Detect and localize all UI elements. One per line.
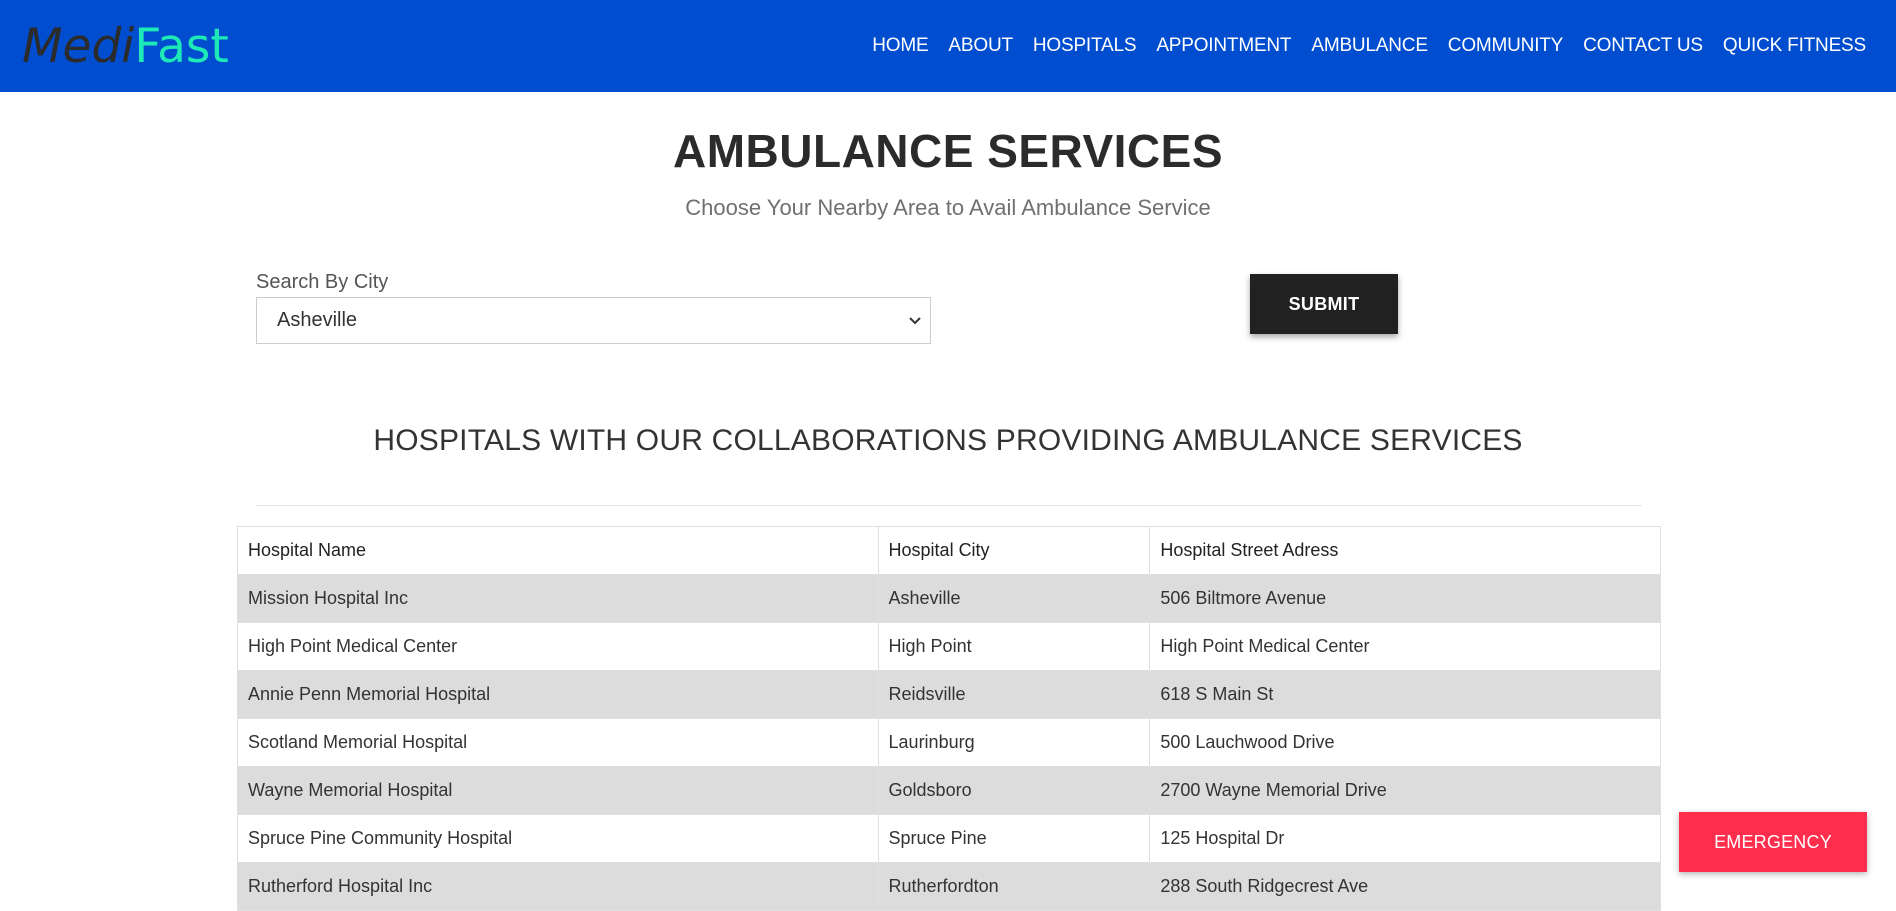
table-row: Wayne Memorial Hospital Goldsboro 2700 W… xyxy=(237,766,1661,815)
hospital-city-cell: Spruce Pine xyxy=(877,814,1151,863)
hospital-name-cell: High Point Medical Center xyxy=(237,622,879,671)
nav-ambulance[interactable]: AMBULANCE xyxy=(1301,35,1437,57)
hospital-city-cell: Asheville xyxy=(877,574,1151,623)
hospital-city-cell: Goldsboro xyxy=(877,766,1151,815)
page-subtitle: Choose Your Nearby Area to Avail Ambulan… xyxy=(685,195,1211,220)
column-header-hospital-name: Hospital Name xyxy=(237,526,879,575)
table-row: Spruce Pine Community Hospital Spruce Pi… xyxy=(237,814,1661,863)
search-by-city-label: Search By City xyxy=(256,271,389,293)
city-select[interactable]: Asheville xyxy=(256,297,931,344)
nav-contact-us[interactable]: CONTACT US xyxy=(1573,35,1713,57)
hospital-address-cell: 618 S Main St xyxy=(1149,670,1661,719)
section-heading: HOSPITALS WITH OUR COLLABORATIONS PROVID… xyxy=(373,424,1523,457)
table-row: Annie Penn Memorial Hospital Reidsville … xyxy=(237,670,1661,719)
brand-logo-part2: Fast xyxy=(134,18,229,74)
hospital-address-cell: 288 South Ridgecrest Ave xyxy=(1149,862,1661,911)
hospital-name-cell: Wayne Memorial Hospital xyxy=(237,766,879,815)
nav-home[interactable]: HOME xyxy=(862,35,938,57)
hospitals-table-container: Hospital Name Hospital City Hospital Str… xyxy=(237,526,1661,911)
nav-quick-fitness[interactable]: QUICK FITNESS xyxy=(1713,35,1876,57)
hospital-address-cell: High Point Medical Center xyxy=(1149,622,1661,671)
table-row: High Point Medical Center High Point Hig… xyxy=(237,622,1661,671)
hospital-city-cell: Rutherfordton xyxy=(877,862,1151,911)
column-header-street-address: Hospital Street Adress xyxy=(1149,526,1661,575)
brand-logo-part1: Medi xyxy=(22,18,135,74)
table-row: Mission Hospital Inc Asheville 506 Biltm… xyxy=(237,574,1661,623)
section-divider xyxy=(256,505,1642,506)
hospital-name-cell: Spruce Pine Community Hospital xyxy=(237,814,879,863)
hospital-address-cell: 2700 Wayne Memorial Drive xyxy=(1149,766,1661,815)
hospital-city-cell: Laurinburg xyxy=(877,718,1151,767)
nav-appointment[interactable]: APPOINTMENT xyxy=(1146,35,1301,57)
brand-logo[interactable]: Medi Fast xyxy=(22,23,229,70)
hospital-name-cell: Scotland Memorial Hospital xyxy=(237,718,879,767)
table-row: Rutherford Hospital Inc Rutherfordton 28… xyxy=(237,862,1661,911)
table-header-row: Hospital Name Hospital City Hospital Str… xyxy=(237,526,1661,575)
city-select-value: Asheville xyxy=(277,309,358,331)
nav-hospitals[interactable]: HOSPITALS xyxy=(1023,35,1146,57)
hospital-name-cell: Annie Penn Memorial Hospital xyxy=(237,670,879,719)
hospital-name-cell: Rutherford Hospital Inc xyxy=(237,862,879,911)
hospital-address-cell: 506 Biltmore Avenue xyxy=(1149,574,1661,623)
emergency-button[interactable]: EMERGENCY xyxy=(1679,812,1867,872)
hospital-address-cell: 500 Lauchwood Drive xyxy=(1149,718,1661,767)
table-row: Scotland Memorial Hospital Laurinburg 50… xyxy=(237,718,1661,767)
navbar: Medi Fast HOME ABOUT HOSPITALS APPOINTMEN… xyxy=(0,0,1896,92)
hospitals-table: Hospital Name Hospital City Hospital Str… xyxy=(237,526,1661,911)
nav-about[interactable]: ABOUT xyxy=(938,35,1022,57)
hospital-address-cell: 125 Hospital Dr xyxy=(1149,814,1661,863)
column-header-hospital-city: Hospital City xyxy=(877,526,1151,575)
chevron-down-icon xyxy=(908,314,922,328)
submit-button[interactable]: SUBMIT xyxy=(1250,274,1398,334)
nav-community[interactable]: COMMUNITY xyxy=(1438,35,1573,57)
main-nav: HOME ABOUT HOSPITALS APPOINTMENT AMBULAN… xyxy=(862,35,1876,57)
hospital-city-cell: High Point xyxy=(877,622,1151,671)
hospital-name-cell: Mission Hospital Inc xyxy=(237,574,879,623)
page-title: AMBULANCE SERVICES xyxy=(673,125,1223,177)
hospital-city-cell: Reidsville xyxy=(877,670,1151,719)
